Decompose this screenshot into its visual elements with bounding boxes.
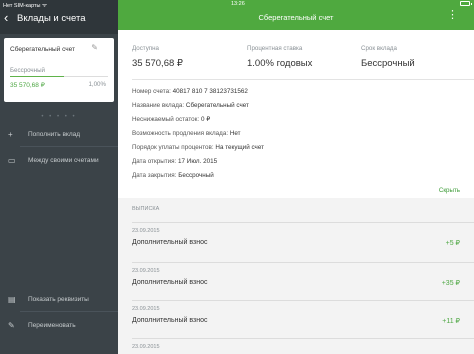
term-value: Бессрочный <box>361 58 415 69</box>
open-date-row: Дата открытия: 17 Июл. 2015 <box>132 158 217 165</box>
sidebar-divider <box>20 311 118 312</box>
statement-item[interactable]: 23.09.2015 <box>132 344 460 354</box>
pager-dots: • • • • • <box>41 114 77 120</box>
page-title: Сберегательный счет <box>258 13 334 22</box>
main-panel: Сберегательный счет ⋮ Доступна 35 570,68… <box>118 0 474 354</box>
menu-transfer-own[interactable]: ▭ Между своими счетами <box>8 155 118 169</box>
account-card-rate: 1,00% <box>88 81 106 88</box>
card-icon: ▭ <box>8 156 16 165</box>
document-icon: ▤ <box>8 295 16 304</box>
account-card-progress-fill <box>10 76 64 77</box>
statement-section-label: ВЫПИСКА <box>132 206 160 212</box>
deposit-name-value: Сберегательный счет <box>185 102 249 109</box>
open-date-label: Дата открытия: <box>132 158 177 165</box>
statement-item-name: Дополнительный взнос <box>132 317 208 324</box>
account-number-label: Номер счета: <box>132 88 171 95</box>
account-card-term: Бессрочный <box>10 67 45 74</box>
min-balance-row: Неснижаемый остаток: 0 ₽ <box>132 116 210 123</box>
min-balance-label: Неснижаемый остаток: <box>132 116 200 123</box>
interest-value: На текущий счет <box>215 144 264 151</box>
statement-item-date: 23.09.2015 <box>132 344 160 350</box>
list-divider <box>132 262 474 263</box>
account-card[interactable]: Сберегательный счет ✎ Бессрочный 35 570,… <box>4 38 114 102</box>
statement-item-name: Дополнительный взнос <box>132 239 208 246</box>
available-label: Доступна <box>132 45 160 52</box>
sidebar-divider <box>20 146 118 147</box>
carrier-label: Нет SIM-карты ᯤ <box>3 3 48 9</box>
available-summary: Доступна 35 570,68 ₽ <box>132 45 183 69</box>
extension-row: Возможность продления вклада: Нет <box>132 130 241 137</box>
menu-transfer-own-label: Между своими счетами <box>28 157 99 164</box>
close-date-row: Дата закрытия: Бессрочный <box>132 172 214 179</box>
rate-value: 1.00% годовых <box>247 58 313 69</box>
statement-item-date: 23.09.2015 <box>132 228 160 234</box>
account-number-row: Номер счета: 40817 810 7 38123731562 <box>132 88 248 95</box>
edit-icon[interactable]: ✎ <box>91 43 98 52</box>
status-bar: Нет SIM-карты ᯤ 13:26 <box>0 0 474 9</box>
menu-show-details-label: Показать реквизиты <box>28 296 89 303</box>
account-details-card: Доступна 35 570,68 ₽ Процентная ставка 1… <box>118 30 474 198</box>
extension-label: Возможность продления вклада: <box>132 130 229 137</box>
available-value: 35 570,68 ₽ <box>132 58 183 69</box>
term-summary: Срок вклада Бессрочный <box>361 45 415 69</box>
rate-label: Процентная ставка <box>247 45 303 52</box>
clock: 13:26 <box>231 1 245 7</box>
menu-add-deposit-label: Пополнить вклад <box>28 131 81 138</box>
statement-item-date: 23.09.2015 <box>132 268 160 274</box>
statement-item-name: Дополнительный взнос <box>132 279 208 286</box>
close-date-value: Бессрочный <box>178 172 214 179</box>
extension-value: Нет <box>229 130 241 137</box>
more-menu-icon[interactable]: ⋮ <box>447 10 458 21</box>
sidebar: ‹ Вклады и счета Сберегательный счет ✎ Б… <box>0 0 118 354</box>
interest-row: Порядок уплаты процентов: На текущий сче… <box>132 144 264 151</box>
interest-label: Порядок уплаты процентов: <box>132 144 214 151</box>
sidebar-title: Вклады и счета <box>17 13 86 24</box>
battery-icon <box>460 1 472 6</box>
menu-show-details[interactable]: ▤ Показать реквизиты <box>8 294 118 308</box>
statement-item-amount: +35 ₽ <box>441 280 460 287</box>
deposit-name-label: Название вклада: <box>132 102 185 109</box>
back-button[interactable]: ‹ <box>4 11 8 24</box>
account-card-progress <box>10 76 108 77</box>
menu-rename[interactable]: ✎ Переименовать <box>8 320 118 334</box>
statement-item[interactable]: 23.09.2015 Дополнительный взнос +11 ₽ <box>132 306 460 332</box>
summary-divider <box>132 79 474 80</box>
list-divider <box>132 300 474 301</box>
close-date-label: Дата закрытия: <box>132 172 177 179</box>
term-label: Срок вклада <box>361 45 397 52</box>
statement-item-date: 23.09.2015 <box>132 306 160 312</box>
min-balance-value: 0 ₽ <box>200 116 211 123</box>
pencil-icon: ✎ <box>8 321 15 330</box>
list-divider <box>132 338 474 339</box>
account-card-name: Сберегательный счет <box>10 46 76 53</box>
list-divider <box>132 222 474 223</box>
open-date-value: 17 Июл. 2015 <box>178 158 218 165</box>
rate-summary: Процентная ставка 1.00% годовых <box>247 45 312 69</box>
statement-item-amount: +5 ₽ <box>445 240 460 247</box>
statement-item[interactable]: 23.09.2015 Дополнительный взнос +35 ₽ <box>132 268 460 294</box>
menu-add-deposit[interactable]: + Пополнить вклад <box>8 129 118 143</box>
statement-item-amount: +11 ₽ <box>442 318 460 325</box>
collapse-details-link[interactable]: Скрыть <box>439 187 460 194</box>
deposit-name-row: Название вклада: Сберегательный счет <box>132 102 249 109</box>
plus-icon: + <box>8 130 13 139</box>
menu-rename-label: Переименовать <box>28 322 76 329</box>
account-card-amount: 35 570,68 ₽ <box>10 82 45 89</box>
statement-item[interactable]: 23.09.2015 Дополнительный взнос +5 ₽ <box>132 228 460 254</box>
account-number-value: 40817 810 7 38123731562 <box>172 88 248 95</box>
